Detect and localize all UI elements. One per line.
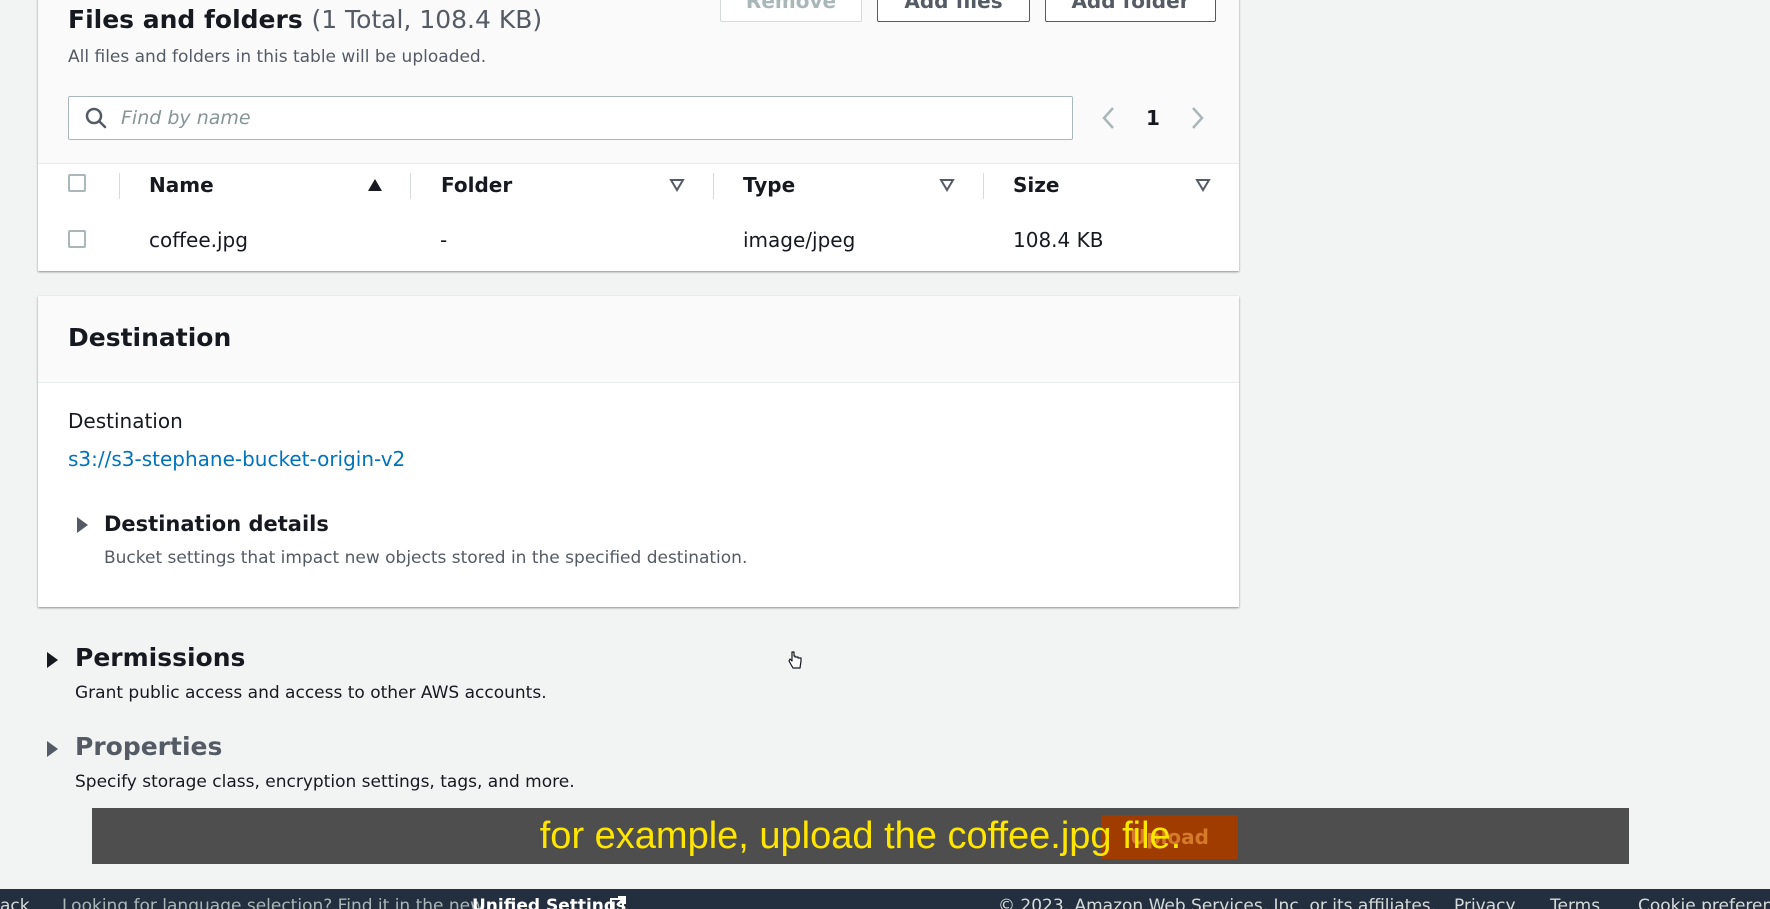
footer-privacy-link[interactable]: Privacy xyxy=(1454,889,1516,909)
column-header-name[interactable]: Name xyxy=(149,173,214,197)
hand-cursor-icon xyxy=(787,650,803,674)
pagination: 1 xyxy=(1100,98,1206,138)
files-and-folders-panel: Files and folders (1 Total, 108.4 KB) Al… xyxy=(38,0,1239,271)
column-header-size[interactable]: Size xyxy=(1013,173,1059,197)
remove-button[interactable]: Remove xyxy=(720,0,862,22)
properties-description: Specify storage class, encryption settin… xyxy=(75,772,575,792)
add-files-button[interactable]: Add files xyxy=(877,0,1030,22)
footer-copyright: © 2023, Amazon Web Services, Inc. or its… xyxy=(998,896,1437,909)
destination-details-title[interactable]: Destination details xyxy=(104,512,329,536)
search-box xyxy=(68,96,1073,140)
column-divider xyxy=(983,173,984,199)
cell-folder: - xyxy=(440,228,448,252)
column-header-type[interactable]: Type xyxy=(743,173,795,197)
sort-descending-icon[interactable] xyxy=(1195,177,1211,196)
properties-title[interactable]: Properties xyxy=(75,732,222,761)
destination-label: Destination xyxy=(68,409,183,433)
destination-title: Destination xyxy=(68,323,232,352)
column-divider xyxy=(713,173,714,199)
cell-name: coffee.jpg xyxy=(149,228,248,252)
caret-right-icon xyxy=(47,741,58,757)
footer-language-note: Looking for language selection? Find it … xyxy=(62,896,485,909)
files-count: (1 Total, 108.4 KB) xyxy=(311,5,543,34)
sort-descending-icon[interactable] xyxy=(939,177,955,196)
search-input[interactable] xyxy=(119,106,1043,130)
search-icon xyxy=(85,107,107,129)
destination-panel: Destination Destination s3://s3-stephane… xyxy=(38,296,1239,607)
footer-feedback[interactable]: ack xyxy=(0,889,30,909)
caret-right-icon xyxy=(47,652,58,668)
files-title-text: Files and folders xyxy=(68,5,303,34)
cell-size: 108.4 KB xyxy=(1013,228,1104,252)
cell-type: image/jpeg xyxy=(743,228,856,252)
page-number[interactable]: 1 xyxy=(1146,106,1160,130)
footer-cookie-link[interactable]: Cookie preferences xyxy=(1638,889,1770,909)
column-divider xyxy=(410,173,411,199)
destination-uri-link[interactable]: s3://s3-stephane-bucket-origin-v2 xyxy=(68,447,405,471)
files-description: All files and folders in this table will… xyxy=(68,47,487,67)
permissions-description: Grant public access and access to other … xyxy=(75,683,547,703)
sort-descending-icon[interactable] xyxy=(669,177,685,196)
video-caption-text: for example, upload the coffee.jpg file. xyxy=(539,814,1182,857)
footer-terms-link[interactable]: Terms xyxy=(1550,889,1600,909)
column-divider xyxy=(119,173,120,199)
destination-details-description: Bucket settings that impact new objects … xyxy=(104,548,748,568)
files-panel-title: Files and folders (1 Total, 108.4 KB) xyxy=(68,5,542,34)
permissions-title[interactable]: Permissions xyxy=(75,643,245,672)
external-link-icon xyxy=(609,895,627,909)
column-header-folder[interactable]: Folder xyxy=(441,173,512,197)
select-all-checkbox[interactable] xyxy=(68,174,86,192)
video-caption-bar: for example, upload the coffee.jpg file. xyxy=(92,808,1629,864)
console-footer: ack Looking for language selection? Find… xyxy=(0,889,1770,909)
chevron-left-icon[interactable] xyxy=(1100,105,1118,131)
add-folder-button[interactable]: Add folder xyxy=(1045,0,1216,22)
footer-unified-settings-link[interactable]: Unified Settings xyxy=(472,889,626,909)
sort-ascending-icon[interactable] xyxy=(367,177,383,196)
chevron-right-icon[interactable] xyxy=(1188,105,1206,131)
row-checkbox[interactable] xyxy=(68,230,86,248)
caret-right-icon xyxy=(77,517,88,533)
